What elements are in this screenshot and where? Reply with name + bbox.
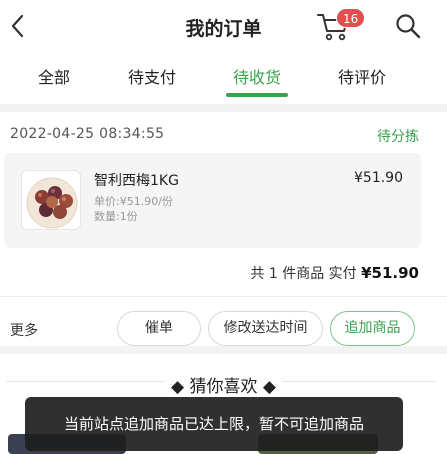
urge-order-button[interactable]: 催单 <box>117 311 201 346</box>
order-card[interactable]: 2022-04-25 08:34:55 待分拣 智利西梅1KG 单价:¥51.9… <box>0 104 447 346</box>
order-tabs: 全部 待支付 待收货 待评价 <box>0 60 447 100</box>
change-delivery-time-button[interactable]: 修改送达时间 <box>208 311 323 346</box>
order-status: 待分拣 <box>377 129 419 145</box>
search-icon[interactable] <box>394 12 422 40</box>
header: 我的订单 16 全部 待支付 待收货 待评价 <box>0 0 447 104</box>
product-item[interactable]: 智利西梅1KG 单价:¥51.90/份 数量:1份 ¥51.90 <box>4 153 421 248</box>
divider <box>0 296 447 297</box>
summary-prefix: 共 1 件商品 实付 <box>250 266 357 282</box>
page-title: 我的订单 <box>185 18 262 40</box>
diamond-icon: ◆ <box>171 377 185 397</box>
active-tab-indicator <box>226 93 288 97</box>
recommend-title: ◆ 猜你喜欢 ◆ <box>0 372 447 397</box>
tab-all[interactable]: 全部 <box>4 64 104 88</box>
order-total: ¥51.90 <box>361 264 419 282</box>
plum-image <box>26 177 78 229</box>
quantity: 数量:1份 <box>94 210 138 223</box>
tab-pending-receipt[interactable]: 待收货 <box>207 64 307 88</box>
tab-pending-payment[interactable]: 待支付 <box>102 64 202 88</box>
unit-price: 单价:¥51.90/份 <box>94 195 173 208</box>
product-price: ¥51.90 <box>354 170 403 186</box>
diamond-icon: ◆ <box>262 377 276 397</box>
product-name: 智利西梅1KG <box>94 173 179 189</box>
recommend-label: 猜你喜欢 <box>189 377 258 397</box>
toast-message: 当前站点追加商品已达上限，暂不可追加商品 <box>25 397 403 451</box>
tab-pending-review[interactable]: 待评价 <box>312 64 412 88</box>
more-link[interactable]: 更多 <box>10 320 38 340</box>
order-time: 2022-04-25 08:34:55 <box>10 126 165 142</box>
product-image <box>21 170 81 230</box>
cart-badge: 16 <box>336 8 366 28</box>
order-summary: 共 1 件商品 实付 ¥51.90 <box>250 263 419 283</box>
add-item-button[interactable]: 追加商品 <box>330 311 415 346</box>
